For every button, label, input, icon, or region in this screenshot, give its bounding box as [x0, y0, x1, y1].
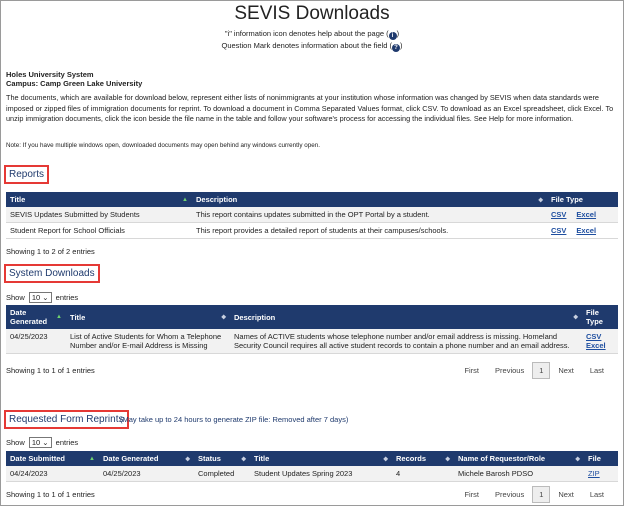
sort-icon: ◆ [185, 456, 190, 462]
report-title: SEVIS Updates Submitted by Students [6, 207, 192, 223]
csv-link[interactable]: CSV [551, 210, 566, 219]
reprints-col-title[interactable]: Title ◆ [250, 451, 392, 466]
reprints-col-requestor[interactable]: Name of Requestor/Role ◆ [454, 451, 584, 466]
question-legend-text: Question Mark denotes information about … [221, 41, 392, 50]
info-legend: "i" information icon denotes help about … [0, 29, 624, 40]
csv-link[interactable]: CSV [586, 332, 614, 341]
excel-link[interactable]: Excel [576, 226, 596, 235]
system-col-date[interactable]: Date Generated ▲ [6, 305, 66, 329]
sort-asc-icon: ▲ [56, 314, 62, 320]
csv-link[interactable]: CSV [551, 226, 566, 235]
sort-icon: ◆ [383, 456, 388, 462]
info-legend-text: "i" information icon denotes help about … [224, 29, 389, 38]
pager-first[interactable]: First [456, 363, 487, 378]
reprints-col-generated[interactable]: Date Generated ◆ [99, 451, 194, 466]
pager-next[interactable]: Next [550, 363, 581, 378]
zip-link[interactable]: ZIP [588, 469, 600, 478]
sort-asc-icon: ▲ [182, 196, 188, 203]
system-col-title[interactable]: Title ◆ [66, 305, 230, 329]
sort-icon: ◆ [573, 314, 578, 321]
sort-icon: ◆ [575, 456, 580, 462]
table-row: Student Report for School Officials This… [6, 222, 618, 239]
reprints-col-records[interactable]: Records ◆ [392, 451, 454, 466]
system-title: List of Active Students for Whom a Telep… [66, 329, 230, 354]
sort-icon: ◆ [241, 456, 246, 462]
excel-link[interactable]: Excel [586, 341, 614, 350]
reprints-col-submitted[interactable]: Date Submitted ▲ [6, 451, 99, 466]
reports-col-file-type: File Type [547, 192, 618, 207]
reports-col-description[interactable]: Description ◆ [192, 192, 547, 207]
info-legend-end: ) [396, 29, 400, 38]
pager-next[interactable]: Next [550, 487, 581, 502]
sort-asc-icon: ▲ [89, 455, 95, 462]
page-size-select[interactable]: 10 ⌄ [28, 437, 52, 448]
reports-info: Showing 1 to 2 of 2 entries [6, 247, 95, 256]
system-downloads-heading: System Downloads [4, 264, 100, 283]
intro-text: The documents, which are available for d… [6, 93, 614, 123]
info-icon: i [388, 32, 397, 40]
report-description: This report provides a detailed report o… [192, 222, 547, 239]
reprint-requestor: Michele Barosh PDSO [454, 466, 584, 482]
reports-heading: Reports [4, 165, 50, 184]
system-description: Names of ACTIVE students whose telephone… [230, 329, 582, 354]
sort-icon: ◆ [445, 456, 450, 462]
reports-col-title[interactable]: Title ▲ [6, 192, 192, 207]
question-legend: Question Mark denotes information about … [0, 41, 624, 52]
pager-current[interactable]: 1 [532, 486, 551, 503]
system-show-entries: Show 10 ⌄ entries [6, 292, 79, 303]
reprints-show-entries: Show 10 ⌄ entries [6, 437, 79, 448]
sort-icon: ◆ [538, 197, 543, 203]
report-description: This report contains updates submitted i… [192, 207, 547, 223]
table-row: 04/25/2023 List of Active Students for W… [6, 329, 618, 354]
reprint-generated: 04/25/2023 [99, 466, 194, 482]
reprints-heading: Requested Form Reprints [4, 410, 129, 429]
excel-link[interactable]: Excel [576, 210, 596, 219]
window-note: Note: If you have multiple windows open,… [6, 142, 320, 149]
pager-last[interactable]: Last [582, 487, 612, 502]
campus-name: Campus: Camp Green Lake University [6, 79, 143, 88]
reprints-pager: First Previous 1 Next Last [456, 486, 612, 503]
reprints-table: Date Submitted ▲ Date Generated ◆ Status ◆ … [6, 451, 618, 482]
page-title: SEVIS Downloads [234, 3, 390, 24]
system-pager: First Previous 1 Next Last [456, 362, 612, 379]
system-date: 04/25/2023 [6, 329, 66, 354]
sort-icon: ◆ [221, 314, 226, 321]
pager-last[interactable]: Last [582, 363, 612, 378]
reprint-title: Student Updates Spring 2023 [250, 466, 392, 482]
org-name: Holes University System [6, 70, 94, 79]
system-col-file-type: File Type [582, 305, 618, 329]
report-title: Student Report for School Officials [6, 222, 192, 239]
system-col-description[interactable]: Description ◆ [230, 305, 582, 329]
reprints-info: Showing 1 to 1 of 1 entries [6, 490, 95, 499]
system-downloads-table: Date Generated ▲ Title ◆ Description ◆ File… [6, 305, 618, 354]
reprint-records: 4 [392, 466, 454, 482]
system-info: Showing 1 to 1 of 1 entries [6, 366, 95, 375]
question-legend-end: ) [400, 41, 403, 50]
reprint-status: Completed [194, 466, 250, 482]
pager-previous[interactable]: Previous [487, 487, 532, 502]
reports-table: Title ▲ Description ◆ File Type SEVIS Upda… [6, 192, 618, 239]
reprints-col-file: File [584, 451, 618, 466]
pager-first[interactable]: First [456, 487, 487, 502]
question-icon: ? [392, 44, 400, 52]
page-size-select[interactable]: 10 ⌄ [28, 292, 52, 303]
reprint-submitted: 04/24/2023 [6, 466, 99, 482]
table-row: SEVIS Updates Submitted by Students This… [6, 207, 618, 223]
reprints-col-status[interactable]: Status ◆ [194, 451, 250, 466]
pager-previous[interactable]: Previous [487, 363, 532, 378]
table-row: 04/24/2023 04/25/2023 Completed Student … [6, 466, 618, 482]
reprints-note: (May take up to 24 hours to generate ZIP… [120, 415, 349, 424]
pager-current[interactable]: 1 [532, 362, 551, 379]
